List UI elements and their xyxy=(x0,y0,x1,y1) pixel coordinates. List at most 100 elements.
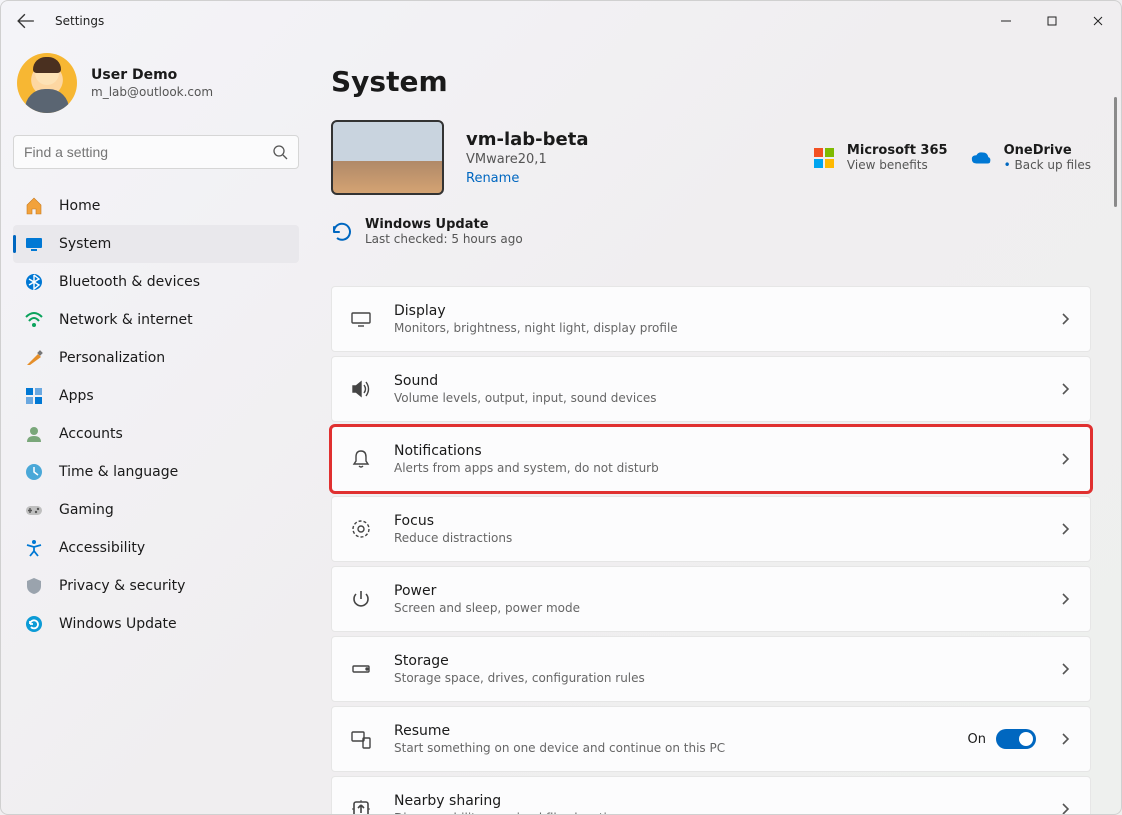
quicklink-windows-update[interactable]: Windows UpdateLast checked: 5 hours ago xyxy=(331,217,523,246)
device-model: VMware20,1 xyxy=(466,152,588,167)
chevron-right-icon xyxy=(1058,452,1072,466)
chevron-right-icon xyxy=(1058,802,1072,814)
chevron-right-icon xyxy=(1058,732,1072,746)
setting-title: Power xyxy=(394,583,1036,599)
maximize-button[interactable] xyxy=(1029,1,1075,41)
gaming-icon xyxy=(25,501,43,519)
setting-resume[interactable]: Resume Start something on one device and … xyxy=(331,706,1091,772)
toggle-resume[interactable] xyxy=(996,729,1036,749)
nav-label: Bluetooth & devices xyxy=(59,274,200,290)
chevron-right-icon xyxy=(1058,662,1072,676)
nav-item-update[interactable]: Windows Update xyxy=(13,605,299,643)
setting-subtitle: Monitors, brightness, night light, displ… xyxy=(394,321,1036,335)
quicklink-microsoft365[interactable]: Microsoft 365View benefits xyxy=(813,143,948,172)
setting-title: Storage xyxy=(394,653,1036,669)
window-title: Settings xyxy=(55,14,104,28)
nav-label: Accessibility xyxy=(59,540,145,556)
display-icon xyxy=(350,308,372,330)
nav-item-privacy[interactable]: Privacy & security xyxy=(13,567,299,605)
setting-subtitle: Volume levels, output, input, sound devi… xyxy=(394,391,1036,405)
quicklink-onedrive[interactable]: OneDriveBack up files xyxy=(970,143,1091,172)
close-button[interactable] xyxy=(1075,1,1121,41)
onedrive-icon xyxy=(970,147,992,169)
minimize-button[interactable] xyxy=(983,1,1029,41)
setting-subtitle: Alerts from apps and system, do not dist… xyxy=(394,461,1036,475)
setting-title: Display xyxy=(394,303,1036,319)
power-icon xyxy=(350,588,372,610)
nav-label: System xyxy=(59,236,111,252)
setting-sound[interactable]: Sound Volume levels, output, input, sound… xyxy=(331,356,1091,422)
sound-icon xyxy=(350,378,372,400)
user-profile[interactable]: User Demo m_lab@outlook.com xyxy=(13,53,299,113)
nav-item-network[interactable]: Network & internet xyxy=(13,301,299,339)
setting-title: Sound xyxy=(394,373,1036,389)
nav-label: Time & language xyxy=(59,464,178,480)
nav-item-gaming[interactable]: Gaming xyxy=(13,491,299,529)
search-box[interactable] xyxy=(13,135,299,169)
microsoft365-icon xyxy=(813,147,835,169)
setting-storage[interactable]: Storage Storage space, drives, configurat… xyxy=(331,636,1091,702)
chevron-right-icon xyxy=(1058,592,1072,606)
bluetooth-icon xyxy=(25,273,43,291)
focus-icon xyxy=(350,518,372,540)
chevron-right-icon xyxy=(1058,382,1072,396)
storage-icon xyxy=(350,658,372,680)
nav-item-accessibility[interactable]: Accessibility xyxy=(13,529,299,567)
chevron-right-icon xyxy=(1058,522,1072,536)
nav-item-home[interactable]: Home xyxy=(13,187,299,225)
nav-label: Home xyxy=(59,198,100,214)
update-icon xyxy=(331,221,353,243)
resume-icon xyxy=(350,728,372,750)
setting-title: Resume xyxy=(394,723,946,739)
user-name: User Demo xyxy=(91,67,213,83)
setting-power[interactable]: Power Screen and sleep, power mode xyxy=(331,566,1091,632)
accounts-icon xyxy=(25,425,43,443)
setting-subtitle: Discoverability, received files location xyxy=(394,811,1036,814)
nearby-icon xyxy=(350,798,372,814)
nav-label: Windows Update xyxy=(59,616,177,632)
setting-subtitle: Screen and sleep, power mode xyxy=(394,601,1036,615)
nav-label: Gaming xyxy=(59,502,114,518)
privacy-icon xyxy=(25,577,43,595)
nav-item-system[interactable]: System xyxy=(13,225,299,263)
chevron-right-icon xyxy=(1058,312,1072,326)
accessibility-icon xyxy=(25,539,43,557)
system-icon xyxy=(25,235,43,253)
notifications-icon xyxy=(350,448,372,470)
scrollbar[interactable] xyxy=(1114,97,1117,207)
toggle-label: On xyxy=(968,732,986,747)
home-icon xyxy=(25,197,43,215)
time-icon xyxy=(25,463,43,481)
nav-item-apps[interactable]: Apps xyxy=(13,377,299,415)
back-button[interactable] xyxy=(17,12,35,30)
setting-title: Focus xyxy=(394,513,1036,529)
page-title: System xyxy=(331,65,1091,98)
network-icon xyxy=(25,311,43,329)
nav-item-accounts[interactable]: Accounts xyxy=(13,415,299,453)
search-icon xyxy=(272,144,288,160)
nav-label: Privacy & security xyxy=(59,578,185,594)
setting-subtitle: Storage space, drives, configuration rul… xyxy=(394,671,1036,685)
user-email: m_lab@outlook.com xyxy=(91,85,213,99)
avatar xyxy=(17,53,77,113)
setting-notifications[interactable]: Notifications Alerts from apps and system… xyxy=(331,426,1091,492)
apps-icon xyxy=(25,387,43,405)
nav-label: Personalization xyxy=(59,350,165,366)
setting-display[interactable]: Display Monitors, brightness, night light… xyxy=(331,286,1091,352)
setting-nearby[interactable]: Nearby sharingDiscoverability, received … xyxy=(331,776,1091,814)
nav-label: Network & internet xyxy=(59,312,193,328)
setting-subtitle: Reduce distractions xyxy=(394,531,1036,545)
nav-item-personalization[interactable]: Personalization xyxy=(13,339,299,377)
nav-item-bluetooth[interactable]: Bluetooth & devices xyxy=(13,263,299,301)
rename-link[interactable]: Rename xyxy=(466,171,588,186)
device-name: vm-lab-beta xyxy=(466,129,588,150)
search-input[interactable] xyxy=(24,144,272,160)
device-thumbnail[interactable] xyxy=(331,120,444,195)
nav-label: Apps xyxy=(59,388,94,404)
nav-item-time[interactable]: Time & language xyxy=(13,453,299,491)
setting-title: Notifications xyxy=(394,443,1036,459)
nav-label: Accounts xyxy=(59,426,123,442)
setting-subtitle: Start something on one device and contin… xyxy=(394,741,946,755)
setting-focus[interactable]: Focus Reduce distractions xyxy=(331,496,1091,562)
personalization-icon xyxy=(25,349,43,367)
